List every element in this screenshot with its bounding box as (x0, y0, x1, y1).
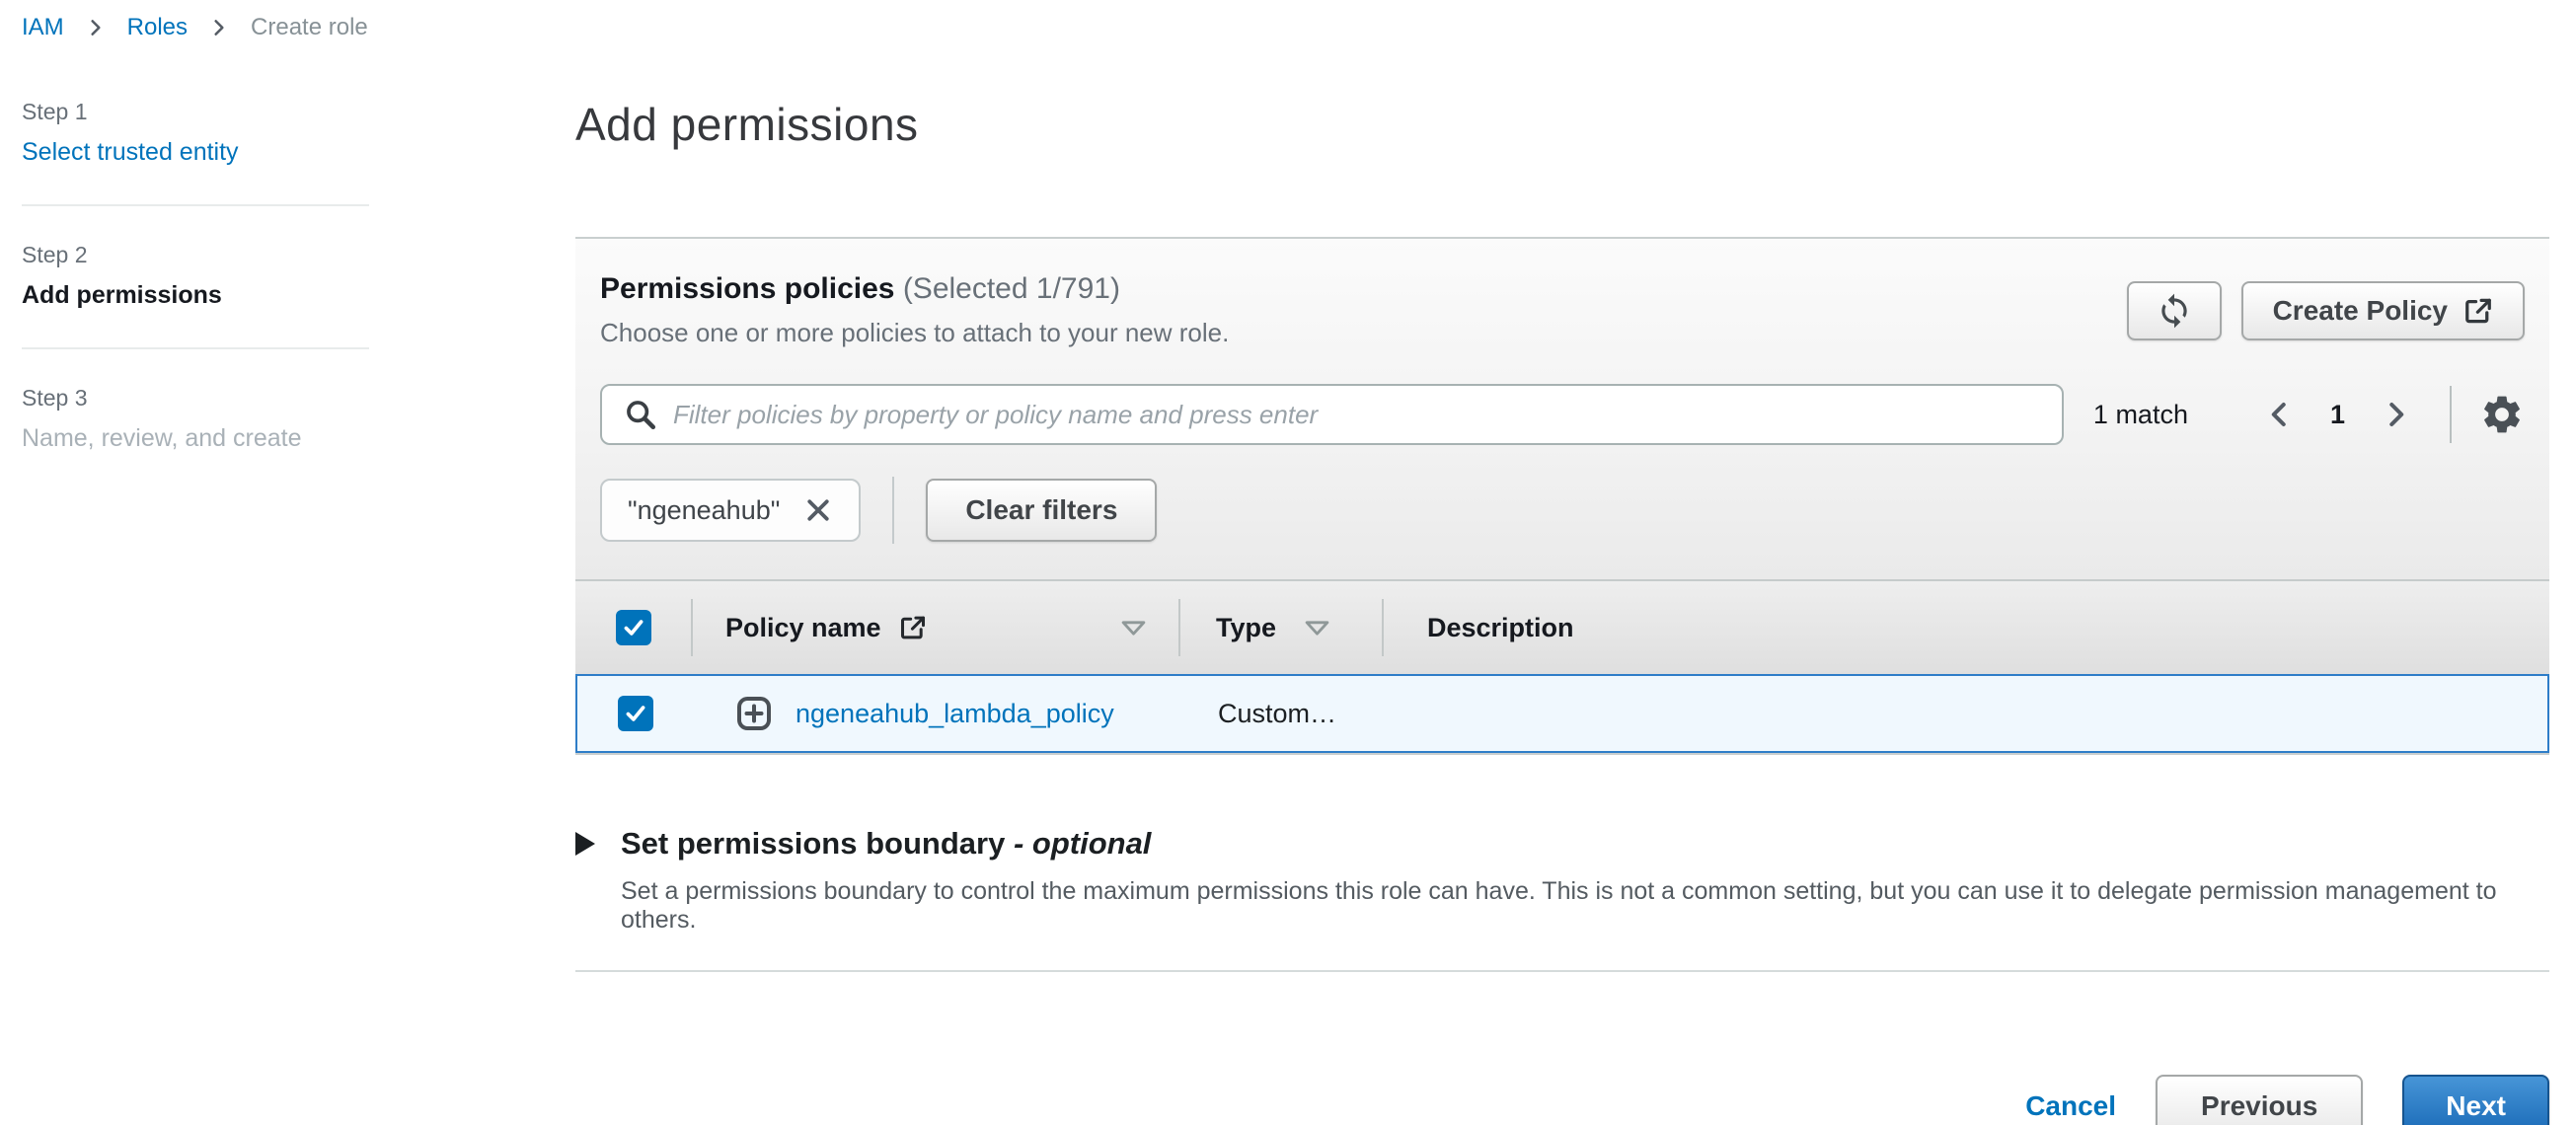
policy-name-filter-dropdown-icon[interactable] (1120, 620, 1147, 637)
current-page-number[interactable]: 1 (2330, 400, 2345, 430)
breadcrumb-create-role: Create role (251, 14, 368, 41)
external-link-icon (2463, 296, 2493, 326)
column-header-description: Description (1382, 581, 2549, 674)
previous-label: Previous (2201, 1090, 2317, 1122)
boundary-title-text: Set permissions boundary (621, 826, 1005, 861)
column-label: Type (1216, 613, 1276, 643)
table-header-select-cell (575, 581, 691, 674)
active-filters-row: "ngeneahub" Clear filters (600, 477, 2525, 544)
chevron-right-icon (2381, 398, 2410, 431)
gear-icon (2479, 392, 2525, 437)
steps-sidebar: Step 1 Select trusted entity Step 2 Add … (22, 99, 369, 453)
filter-tag: "ngeneahub" (600, 479, 861, 542)
collapsed-triangle-icon (575, 832, 595, 856)
row-checkbox[interactable] (618, 696, 653, 731)
search-box (600, 384, 2064, 445)
type-filter-dropdown-icon[interactable] (1304, 620, 1330, 637)
pagination: 1 (2259, 386, 2525, 443)
external-link-icon (899, 614, 927, 641)
breadcrumb: IAM Roles Create role (22, 14, 368, 41)
chevron-right-icon (86, 16, 106, 39)
permissions-policies-panel: Permissions policies (Selected 1/791) Ch… (575, 237, 2549, 755)
row-policy-name-cell: ngeneahub_lambda_policy (693, 694, 1180, 733)
step-label: Step 1 (22, 99, 369, 125)
filter-divider (892, 477, 894, 544)
step-2-add-permissions: Step 2 Add permissions (22, 242, 369, 310)
main-content: Add permissions Permissions policies (Se… (575, 0, 2549, 1125)
refresh-icon (2156, 292, 2193, 330)
previous-button[interactable]: Previous (2156, 1075, 2363, 1125)
column-header-policy-name: Policy name (691, 581, 1178, 674)
checkmark-icon (623, 701, 648, 726)
panel-subtitle: Choose one or more policies to attach to… (600, 318, 1229, 348)
search-row: 1 match 1 (600, 384, 2525, 445)
row-type-cell: Custom… (1180, 699, 1384, 729)
pagination-divider (2450, 386, 2452, 443)
expand-plus-icon (734, 694, 774, 733)
checkmark-icon (621, 615, 646, 640)
boundary-title-optional: - optional (1014, 826, 1151, 861)
policy-name-link[interactable]: ngeneahub_lambda_policy (796, 699, 1114, 729)
chevron-right-icon (209, 16, 229, 39)
sidebar-divider (22, 204, 369, 206)
column-label: Policy name (725, 613, 881, 643)
page-title: Add permissions (575, 97, 2549, 152)
boundary-expander[interactable]: Set permissions boundary - optional (575, 826, 2549, 862)
step-1-link[interactable]: Select trusted entity (22, 138, 239, 166)
next-page-button[interactable] (2375, 392, 2416, 437)
breadcrumb-roles[interactable]: Roles (127, 14, 188, 41)
step-2-title: Add permissions (22, 281, 369, 310)
step-3-name-review-create: Step 3 Name, review, and create (22, 385, 369, 453)
row-select-cell (577, 696, 693, 731)
match-count: 1 match (2093, 400, 2188, 430)
panel-title: Permissions policies (Selected 1/791) (600, 272, 1229, 306)
selected-count: (Selected 1/791) (903, 272, 1120, 305)
panel-header: Permissions policies (Selected 1/791) Ch… (575, 237, 2549, 579)
table-header-row: Policy name Type (575, 579, 2549, 674)
clear-filters-button[interactable]: Clear filters (926, 479, 1157, 542)
step-3-title: Name, review, and create (22, 424, 369, 453)
table-row-selected[interactable]: ngeneahub_lambda_policy Custom… (575, 674, 2549, 753)
sidebar-divider (22, 347, 369, 349)
next-button[interactable]: Next (2402, 1075, 2549, 1125)
select-all-checkbox[interactable] (616, 610, 651, 645)
breadcrumb-iam[interactable]: IAM (22, 14, 64, 41)
step-1-select-trusted-entity: Step 1 Select trusted entity (22, 99, 369, 167)
permissions-boundary-section: Set permissions boundary - optional Set … (575, 826, 2549, 972)
next-label: Next (2446, 1090, 2506, 1121)
close-icon (803, 495, 833, 525)
refresh-button[interactable] (2127, 281, 2222, 340)
panel-title-text: Permissions policies (600, 272, 894, 305)
section-divider (575, 970, 2549, 972)
column-label: Description (1427, 613, 1574, 643)
create-policy-button[interactable]: Create Policy (2241, 281, 2525, 340)
expand-policy-button[interactable] (734, 694, 774, 733)
panel-title-group: Permissions policies (Selected 1/791) Ch… (600, 272, 1229, 348)
policies-table: Policy name Type (575, 579, 2549, 755)
iam-create-role-page: IAM Roles Create role Step 1 Select trus… (0, 0, 2576, 1125)
step-label: Step 2 (22, 242, 369, 268)
column-header-type: Type (1178, 581, 1382, 674)
filter-tag-label: "ngeneahub" (628, 495, 780, 526)
table-settings-button[interactable] (2479, 392, 2525, 437)
boundary-title: Set permissions boundary - optional (621, 826, 1151, 862)
remove-filter-button[interactable] (803, 495, 833, 525)
step-label: Step 3 (22, 385, 369, 412)
boundary-description: Set a permissions boundary to control th… (621, 877, 2549, 935)
chevron-left-icon (2265, 398, 2295, 431)
policy-filter-input[interactable] (673, 400, 2040, 430)
wizard-footer: Cancel Previous Next (575, 1075, 2549, 1125)
cancel-button[interactable]: Cancel (2025, 1090, 2116, 1122)
panel-actions: Create Policy (2127, 281, 2525, 340)
clear-filters-label: Clear filters (965, 494, 1117, 526)
previous-page-button[interactable] (2259, 392, 2301, 437)
search-icon (624, 398, 657, 431)
create-policy-label: Create Policy (2273, 295, 2448, 327)
